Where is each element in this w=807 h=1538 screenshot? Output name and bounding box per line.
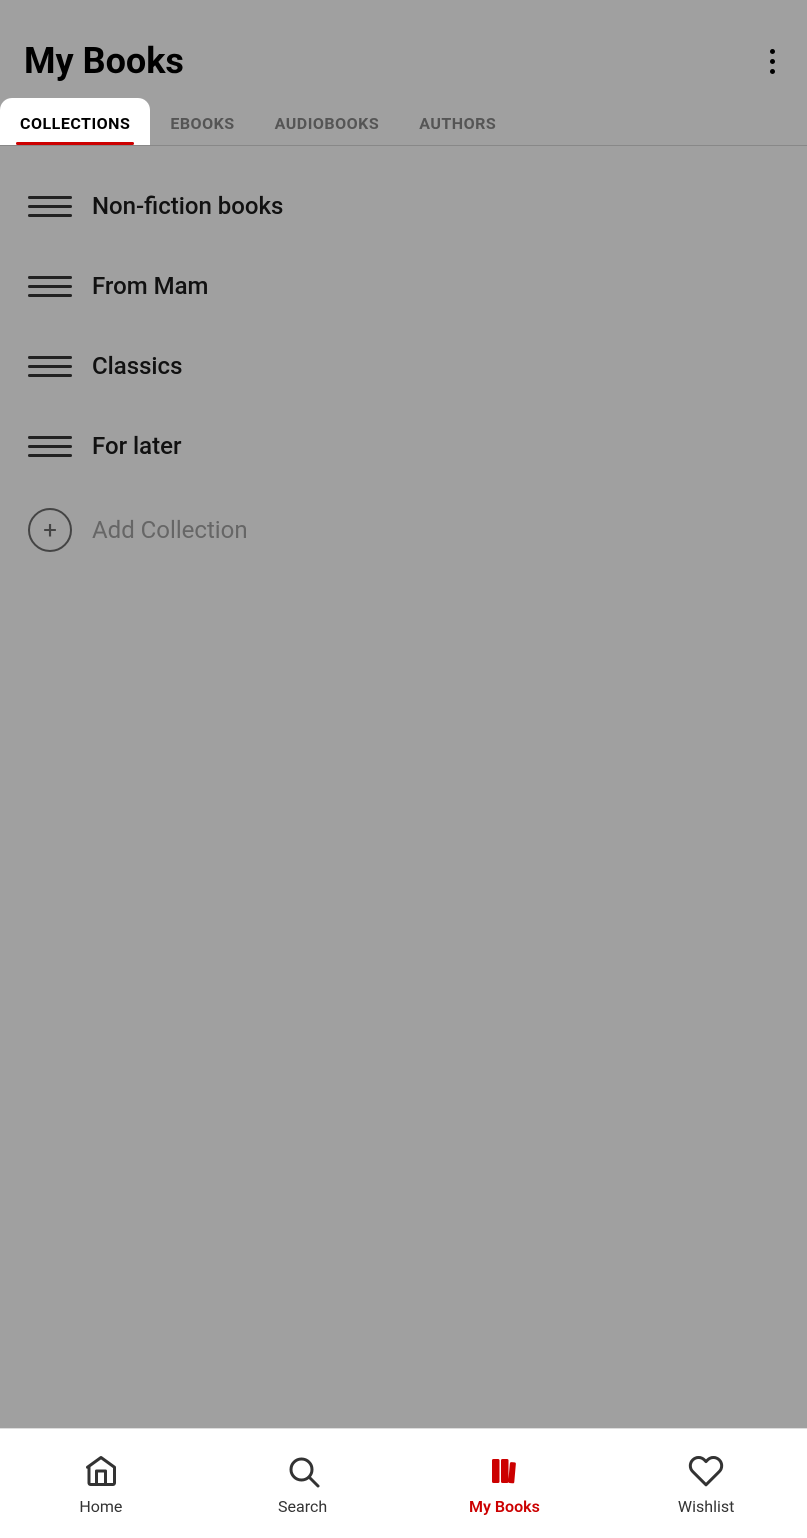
nav-search-label: Search [278, 1497, 327, 1516]
add-circle-icon [28, 508, 72, 552]
list-lines-icon [28, 188, 72, 224]
bottom-navigation: Home Search My Books Wish [0, 1428, 807, 1538]
nav-item-mybooks[interactable]: My Books [404, 1443, 606, 1524]
tab-authors[interactable]: AUTHORS [399, 98, 516, 145]
tabs-container: COLLECTIONS EBOOKS AUDIOBOOKS AUTHORS [0, 98, 807, 146]
list-lines-icon [28, 428, 72, 464]
list-item[interactable]: Classics [0, 326, 807, 406]
nav-item-home[interactable]: Home [0, 1443, 202, 1524]
header: My Books [0, 0, 807, 98]
mybooks-icon [484, 1451, 524, 1491]
home-icon [81, 1451, 121, 1491]
more-vertical-icon[interactable] [762, 41, 783, 82]
nav-mybooks-label: My Books [469, 1497, 540, 1516]
list-lines-icon [28, 348, 72, 384]
tab-audiobooks[interactable]: AUDIOBOOKS [255, 98, 400, 145]
heart-icon [686, 1451, 726, 1491]
list-item[interactable]: For later [0, 406, 807, 486]
collection-name: Classics [92, 352, 182, 380]
collection-name: From Mam [92, 272, 208, 300]
list-item[interactable]: Non-fiction books [0, 166, 807, 246]
add-collection-button[interactable]: Add Collection [0, 486, 807, 574]
collection-name: For later [92, 432, 181, 460]
nav-wishlist-label: Wishlist [678, 1497, 734, 1516]
nav-home-label: Home [79, 1497, 122, 1516]
nav-item-search[interactable]: Search [202, 1443, 404, 1524]
list-lines-icon [28, 268, 72, 304]
collections-list: Non-fiction books From Mam Classics For … [0, 146, 807, 594]
collection-name: Non-fiction books [92, 192, 283, 220]
nav-item-wishlist[interactable]: Wishlist [605, 1443, 807, 1524]
page-title: My Books [24, 40, 184, 82]
add-collection-label: Add Collection [92, 516, 248, 544]
list-item[interactable]: From Mam [0, 246, 807, 326]
tab-ebooks[interactable]: EBOOKS [150, 98, 254, 145]
tab-collections[interactable]: COLLECTIONS [0, 98, 150, 145]
search-icon [283, 1451, 323, 1491]
